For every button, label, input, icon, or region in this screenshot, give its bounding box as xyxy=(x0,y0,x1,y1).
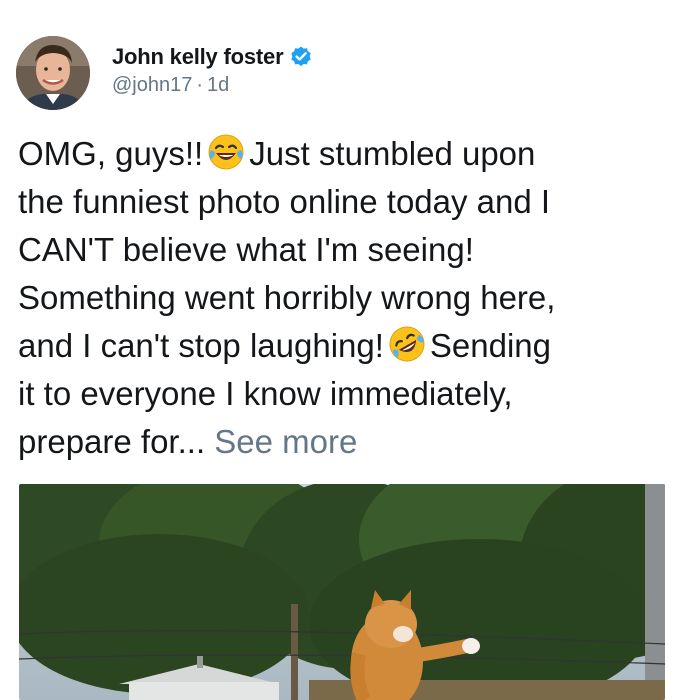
name-row: John kelly foster xyxy=(112,42,313,72)
timestamp[interactable]: 1d xyxy=(207,74,229,97)
tweet-line: the funniest photo online today and I xyxy=(18,183,551,220)
handle[interactable]: @john17 xyxy=(112,74,192,97)
meta-separator: · xyxy=(196,74,204,96)
tweet-text: OMG, guys!! Just stumbled upon the funni… xyxy=(18,130,682,466)
verified-badge-icon xyxy=(289,45,313,69)
tweet-line: prepare for... See more xyxy=(18,418,682,466)
tweet-text-segment: OMG, guys!! xyxy=(18,135,204,172)
tweet-line: OMG, guys!! Just stumbled upon xyxy=(18,130,682,178)
tweet-media[interactable] xyxy=(19,484,665,700)
tweet-line: Something went horribly wrong here, xyxy=(18,279,556,316)
display-name[interactable]: John kelly foster xyxy=(112,44,284,70)
avatar-image xyxy=(16,36,90,110)
tweet-line: it to everyone I know immediately, xyxy=(18,375,513,412)
face-with-tears-of-joy-icon xyxy=(207,133,245,171)
tweet-text-segment: prepare for... xyxy=(18,423,206,460)
tweet-line: and I can't stop laughing! Sending xyxy=(18,322,682,370)
tweet-text-segment: Just stumbled upon xyxy=(249,135,536,172)
tweet-text-segment: Sending xyxy=(429,327,552,364)
meta-row: @john17 · 1d xyxy=(112,74,229,97)
rolling-on-the-floor-laughing-icon xyxy=(388,325,426,363)
see-more-link[interactable]: See more xyxy=(214,423,357,460)
tweet-text-segment: and I can't stop laughing! xyxy=(18,327,384,364)
tweet-header: John kelly foster @john17 · 1d xyxy=(16,36,676,112)
avatar[interactable] xyxy=(16,36,90,110)
tweet-line: CAN'T believe what I'm seeing! xyxy=(18,231,474,268)
cat-photo xyxy=(19,484,665,700)
